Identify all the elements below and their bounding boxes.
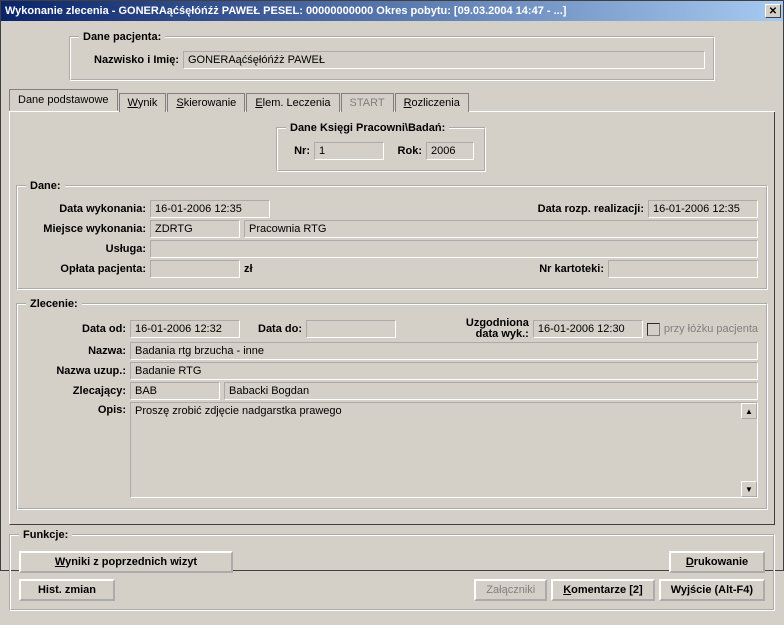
tab-skierowanie[interactable]: Skierowanie: [167, 93, 245, 112]
tab-elem-leczenia[interactable]: Elem. Leczenia: [246, 93, 339, 112]
rok-field[interactable]: 2006: [426, 142, 474, 160]
tab-strip: Dane podstawowe Wynik Skierowanie Elem. …: [9, 89, 775, 112]
nazwa-uzup-field[interactable]: Badanie RTG: [130, 362, 758, 380]
tab-start: START: [341, 93, 394, 112]
zlec-name-field[interactable]: Babacki Bogdan: [224, 382, 758, 400]
zalaczniki-button[interactable]: Załączniki: [474, 579, 547, 601]
funkcje-legend: Funkcje:: [19, 529, 72, 541]
rok-label: Rok:: [388, 145, 422, 157]
kartoteka-label: Nr kartoteki:: [539, 263, 604, 275]
tab-dane-podstawowe[interactable]: Dane podstawowe: [9, 89, 118, 111]
scroll-down-icon[interactable]: ▼: [741, 481, 757, 497]
zlec-label: Zlecający:: [26, 385, 126, 397]
data-wyk-label: Data wykonania:: [26, 203, 146, 215]
dane-fieldset: Dane: Data wykonania: 16-01-2006 12:35 D…: [16, 180, 768, 290]
opis-textarea[interactable]: Proszę zrobić zdjęcie nadgarstka prawego…: [130, 402, 758, 498]
tab-rozliczenia[interactable]: Rozliczenia: [395, 93, 469, 112]
przy-lozku-checkbox[interactable]: [647, 323, 660, 336]
usluga-label: Usługa:: [26, 243, 146, 255]
miejsce-label: Miejsce wykonania:: [26, 223, 146, 235]
patient-legend: Dane pacjenta:: [79, 31, 165, 43]
titlebar: Wykonanie zlecenia - GONERAąćśęłóńźż PAW…: [1, 1, 783, 21]
funkcje-fieldset: Funkcje: Wyniki z poprzednich wizyt Druk…: [9, 529, 775, 611]
patient-name-field[interactable]: GONERAąćśęłóńźż PAWEŁ: [183, 51, 705, 69]
usluga-field[interactable]: [150, 240, 758, 258]
wyjscie-button[interactable]: Wyjście (Alt-F4): [659, 579, 765, 601]
oplata-unit: zł: [244, 263, 262, 275]
uzg-label-2: data wyk.:: [466, 329, 529, 340]
data-wyk-field[interactable]: 16-01-2006 12:35: [150, 200, 270, 218]
opis-scrollbar[interactable]: ▲ ▼: [741, 403, 757, 497]
zlecenie-fieldset: Zlecenie: Data od: 16-01-2006 12:32 Data…: [16, 298, 768, 510]
komentarze-button[interactable]: Komentarze [2]: [551, 579, 654, 601]
opis-label: Opis:: [26, 402, 126, 416]
miejsce-code-field[interactable]: ZDRTG: [150, 220, 240, 238]
data-rozp-field[interactable]: 16-01-2006 12:35: [648, 200, 758, 218]
uzg-field[interactable]: 16-01-2006 12:30: [533, 320, 643, 338]
patient-name-label: Nazwisko i Imię:: [79, 54, 179, 66]
oplata-label: Opłata pacjenta:: [26, 263, 146, 275]
miejsce-name-field[interactable]: Pracownia RTG: [244, 220, 758, 238]
client-area: Dane pacjenta: Nazwisko i Imię: GONERAąć…: [1, 21, 783, 625]
nr-field[interactable]: 1: [314, 142, 384, 160]
nr-label: Nr:: [286, 145, 310, 157]
tab-content: Dane Księgi Pracowni\Badań: Nr: 1 Rok: 2…: [9, 112, 775, 525]
zlec-code-field[interactable]: BAB: [130, 382, 220, 400]
kartoteka-field[interactable]: [608, 260, 758, 278]
data-do-label: Data do:: [244, 323, 302, 335]
patient-fieldset: Dane pacjenta: Nazwisko i Imię: GONERAąć…: [69, 31, 715, 81]
dane-legend: Dane:: [26, 180, 65, 192]
drukowanie-button[interactable]: Drukowanie: [669, 551, 765, 573]
data-rozp-label: Data rozp. realizacji:: [538, 203, 644, 215]
hist-zmian-button[interactable]: Hist. zmian: [19, 579, 115, 601]
data-do-field[interactable]: [306, 320, 396, 338]
zlecenie-legend: Zlecenie:: [26, 298, 82, 310]
wyniki-poprzednich-button[interactable]: Wyniki z poprzednich wizyt: [19, 551, 233, 573]
tab-wynik[interactable]: Wynik: [119, 93, 167, 112]
ksiega-fieldset: Dane Księgi Pracowni\Badań: Nr: 1 Rok: 2…: [276, 122, 486, 172]
data-od-label: Data od:: [26, 323, 126, 335]
nazwa-field[interactable]: Badania rtg brzucha - inne: [130, 342, 758, 360]
przy-lozku-label: przy łóżku pacjenta: [664, 323, 758, 335]
data-od-field[interactable]: 16-01-2006 12:32: [130, 320, 240, 338]
opis-text: Proszę zrobić zdjęcie nadgarstka prawego: [135, 405, 342, 417]
scroll-up-icon[interactable]: ▲: [741, 403, 757, 419]
close-button[interactable]: ✕: [765, 4, 781, 18]
main-window: Wykonanie zlecenia - GONERAąćśęłóńźż PAW…: [0, 0, 784, 571]
nazwa-label: Nazwa:: [26, 345, 126, 357]
oplata-field[interactable]: [150, 260, 240, 278]
window-title: Wykonanie zlecenia - GONERAąćśęłóńźż PAW…: [5, 5, 566, 17]
ksiega-legend: Dane Księgi Pracowni\Badań:: [286, 122, 449, 134]
nazwa-uzup-label: Nazwa uzup.:: [26, 365, 126, 377]
